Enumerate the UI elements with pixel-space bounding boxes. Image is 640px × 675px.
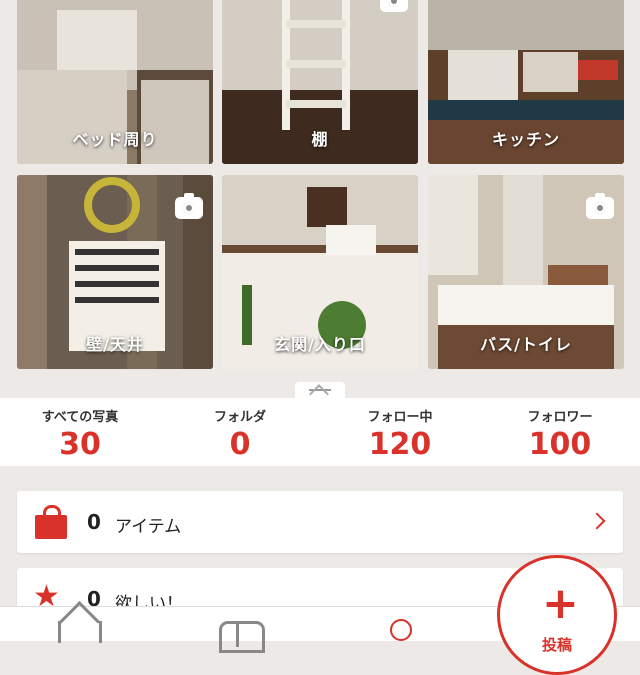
category-tile-wall[interactable]: 壁/天井 xyxy=(17,175,213,369)
stat-title: すべての写真 xyxy=(41,410,119,425)
post-button[interactable]: + 投稿 xyxy=(497,555,617,675)
category-label: バス/トイレ xyxy=(480,335,572,354)
stat-title: フォルダ xyxy=(213,410,266,425)
items-label: アイテム xyxy=(115,517,182,537)
stat-following[interactable]: フォロー中 120 xyxy=(320,398,480,466)
category-tile-bed[interactable]: ベッド周り xyxy=(17,0,213,164)
plus-icon: + xyxy=(542,578,579,629)
stat-title: フォロワー xyxy=(527,410,593,425)
chevron-right-icon xyxy=(588,512,606,530)
category-label: 棚 xyxy=(311,130,329,149)
folder-icon[interactable] xyxy=(219,621,265,653)
category-tile-shelf[interactable]: 棚 xyxy=(222,0,418,164)
stat-followers[interactable]: フォロワー 100 xyxy=(480,398,640,466)
post-label: 投稿 xyxy=(541,636,572,654)
category-tile-kitchen[interactable]: キッチン xyxy=(428,0,624,164)
profile-icon[interactable] xyxy=(390,619,412,641)
category-label: キッチン xyxy=(491,130,560,149)
stat-folders[interactable]: フォルダ 0 xyxy=(160,398,320,466)
stat-all-photos[interactable]: すべての写真 30 xyxy=(0,398,160,466)
items-count: 0 xyxy=(87,510,101,534)
category-tile-entrance[interactable]: 玄関/入り口 xyxy=(222,175,418,369)
photo-category-grid: ベッド周り 棚 キッチン 壁/天井 玄関/入り口 バス/トイレ xyxy=(0,0,640,384)
items-card[interactable]: 0 アイテム xyxy=(17,491,623,553)
stat-value: 30 xyxy=(59,427,101,462)
profile-stats: すべての写真 30 フォルダ 0 フォロー中 120 フォロワー 100 xyxy=(0,398,640,466)
stat-title: フォロー中 xyxy=(367,410,433,425)
camera-icon xyxy=(175,193,203,219)
stat-value: 0 xyxy=(229,427,251,462)
category-tile-bath[interactable]: バス/トイレ xyxy=(428,175,624,369)
stat-value: 100 xyxy=(528,427,592,462)
shopping-bag-icon xyxy=(35,505,67,539)
stat-value: 120 xyxy=(368,427,432,462)
camera-icon xyxy=(380,0,408,12)
category-label: 玄関/入り口 xyxy=(274,335,366,354)
category-label: ベッド周り xyxy=(72,130,158,149)
camera-icon xyxy=(586,193,614,219)
category-label: 壁/天井 xyxy=(86,335,144,354)
